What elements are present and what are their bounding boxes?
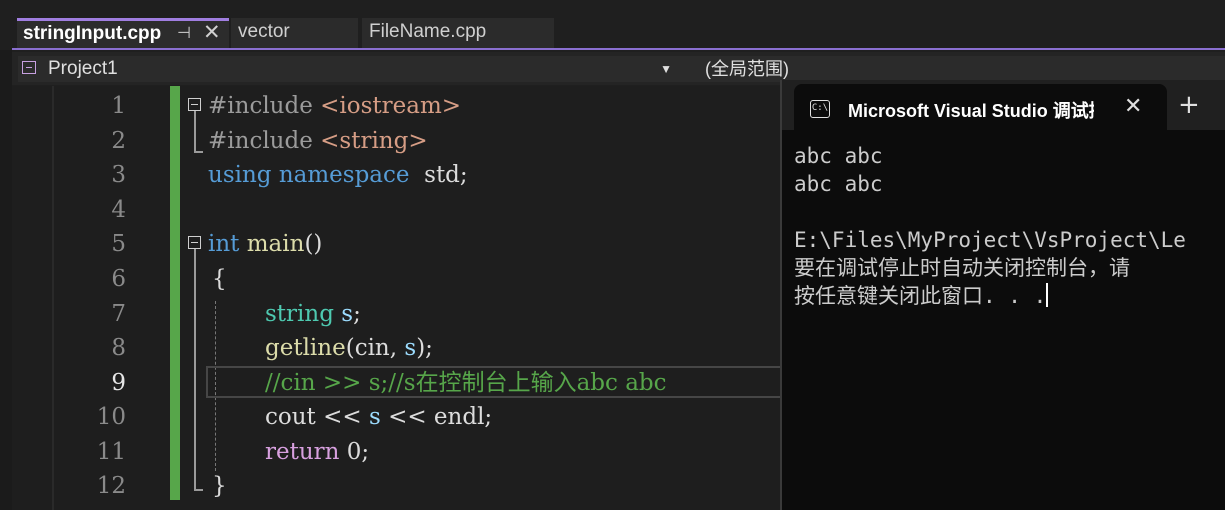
outline-guide xyxy=(194,151,203,153)
console-tab[interactable]: C:\ Microsoft Visual Studio 调试控制台 ✕ xyxy=(794,84,1167,130)
console-line: 要在调试停止时自动关闭控制台，请 xyxy=(794,256,1130,280)
tab-stringinput[interactable]: stringInput.cpp ⊣ ✕ xyxy=(17,18,229,48)
close-icon[interactable]: ✕ xyxy=(1124,94,1142,119)
document-tab-bar: stringInput.cpp ⊣ ✕ vector FileName.cpp xyxy=(0,0,1225,50)
tab-underline xyxy=(12,48,1225,50)
line-number: 2 xyxy=(111,128,126,154)
line-number: 12 xyxy=(96,473,126,499)
glyph-margin xyxy=(12,86,54,510)
tab-label: stringInput.cpp xyxy=(23,23,162,44)
code-editor[interactable]: 1 2 3 4 5 6 7 8 9 10 11 12 #include <ios… xyxy=(12,86,782,510)
debug-console-window[interactable]: C:\ Microsoft Visual Studio 调试控制台 ✕ + ab… xyxy=(780,80,1225,510)
code-line-2[interactable]: #include <string> xyxy=(208,124,428,159)
line-number: 3 xyxy=(111,162,126,188)
line-number: 10 xyxy=(96,404,126,430)
text-cursor xyxy=(1046,283,1049,307)
chevron-down-icon[interactable]: ▼ xyxy=(660,56,672,82)
line-number: 11 xyxy=(96,439,126,465)
console-line: abc abc xyxy=(794,144,883,168)
new-tab-button[interactable]: + xyxy=(1178,90,1200,120)
left-edge-strip xyxy=(0,0,12,510)
project-icon xyxy=(22,61,36,74)
console-line: E:\Files\MyProject\VsProject\Le xyxy=(794,228,1186,252)
code-line-12[interactable]: } xyxy=(212,469,227,504)
code-line-6[interactable]: { xyxy=(212,262,227,297)
outline-guide xyxy=(194,249,196,491)
line-number: 6 xyxy=(111,266,126,292)
line-number: 8 xyxy=(111,335,126,361)
line-number: 7 xyxy=(111,301,126,327)
code-line-9[interactable]: //cin >> s;//s在控制台上输入abc abc xyxy=(265,366,667,401)
close-icon[interactable]: ✕ xyxy=(203,20,221,45)
line-number-current: 9 xyxy=(111,370,126,396)
code-line-7[interactable]: string s; xyxy=(265,297,361,332)
code-line-11[interactable]: return 0; xyxy=(265,435,369,470)
project-name: Project1 xyxy=(48,58,118,79)
console-tab-strip: C:\ Microsoft Visual Studio 调试控制台 ✕ + xyxy=(782,80,1225,130)
console-line-prompt: 按任意键关闭此窗口. . . xyxy=(794,283,1049,308)
code-line-8[interactable]: getline(cin, s); xyxy=(265,331,433,366)
line-number: 1 xyxy=(111,93,126,119)
code-line-1[interactable]: #include <iostream> xyxy=(208,89,461,124)
tab-label: vector xyxy=(238,21,290,42)
tab-vector[interactable]: vector xyxy=(231,18,358,48)
pin-icon[interactable]: ⊣ xyxy=(177,21,191,46)
project-dropdown[interactable]: Project1 ▼ xyxy=(18,56,682,82)
collapse-icon[interactable] xyxy=(188,236,201,249)
scope-dropdown[interactable]: (全局范围) xyxy=(677,56,1225,82)
code-line-5[interactable]: int main() xyxy=(208,227,322,262)
code-line-10[interactable]: cout << s << endl; xyxy=(265,400,492,435)
terminal-icon: C:\ xyxy=(810,100,830,118)
line-number: 4 xyxy=(111,197,126,223)
scope-label: (全局范围) xyxy=(705,59,789,79)
console-line: abc abc xyxy=(794,172,883,196)
outline-guide xyxy=(194,489,203,491)
change-tracking-bar xyxy=(170,86,180,500)
collapse-icon[interactable] xyxy=(188,98,201,111)
tab-label: FileName.cpp xyxy=(369,21,487,42)
console-output[interactable]: abc abc abc abc E:\Files\MyProject\VsProj… xyxy=(794,142,1225,310)
code-line-3[interactable]: using namespace std; xyxy=(208,158,468,193)
tab-filename[interactable]: FileName.cpp xyxy=(362,18,554,48)
line-number: 5 xyxy=(111,231,126,257)
console-title: Microsoft Visual Studio 调试控制台 xyxy=(848,101,1094,121)
outline-guide xyxy=(194,111,196,153)
